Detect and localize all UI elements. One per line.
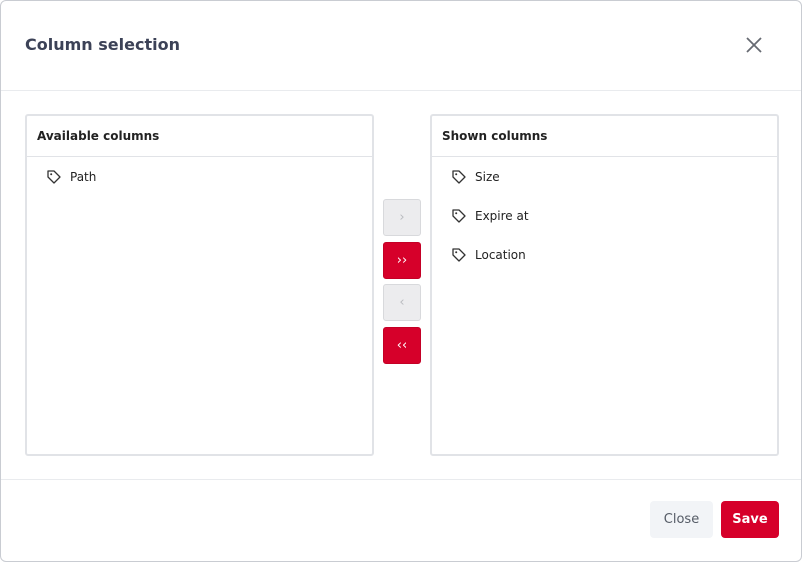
shown-column-item[interactable]: Expire at xyxy=(432,196,777,235)
tag-icon xyxy=(47,169,61,184)
close-button[interactable]: Close xyxy=(650,501,713,538)
shown-column-label: Expire at xyxy=(475,208,529,223)
tag-icon xyxy=(452,208,466,223)
move-all-left-glyph: ‹‹ xyxy=(396,338,408,353)
tag-icon xyxy=(452,247,466,262)
move-left-glyph: ‹ xyxy=(399,295,405,310)
move-all-left-button[interactable]: ‹‹ xyxy=(383,327,421,364)
available-columns-panel: Available columns Path xyxy=(25,114,374,456)
move-right-button[interactable]: › xyxy=(383,199,421,236)
column-selection-dialog: Column selection Available columns Path … xyxy=(0,0,802,562)
tag-icon xyxy=(452,169,466,184)
move-all-right-glyph: ›› xyxy=(396,253,408,268)
dialog-title: Column selection xyxy=(25,35,180,54)
move-all-right-button[interactable]: ›› xyxy=(383,242,421,279)
close-icon[interactable] xyxy=(741,32,767,58)
available-columns-heading: Available columns xyxy=(27,116,372,157)
shown-column-label: Size xyxy=(475,169,500,184)
dialog-header: Column selection xyxy=(1,1,801,91)
shown-column-label: Location xyxy=(475,247,526,262)
shown-columns-panel: Shown columns Size Expire at Location xyxy=(430,114,779,456)
shown-columns-heading: Shown columns xyxy=(432,116,777,157)
shown-column-item[interactable]: Location xyxy=(432,235,777,274)
available-column-label: Path xyxy=(70,169,97,184)
available-column-item[interactable]: Path xyxy=(27,157,372,196)
move-left-button[interactable]: ‹ xyxy=(383,284,421,321)
save-button[interactable]: Save xyxy=(721,501,779,538)
move-right-glyph: › xyxy=(399,210,405,225)
shown-column-item[interactable]: Size xyxy=(432,157,777,196)
